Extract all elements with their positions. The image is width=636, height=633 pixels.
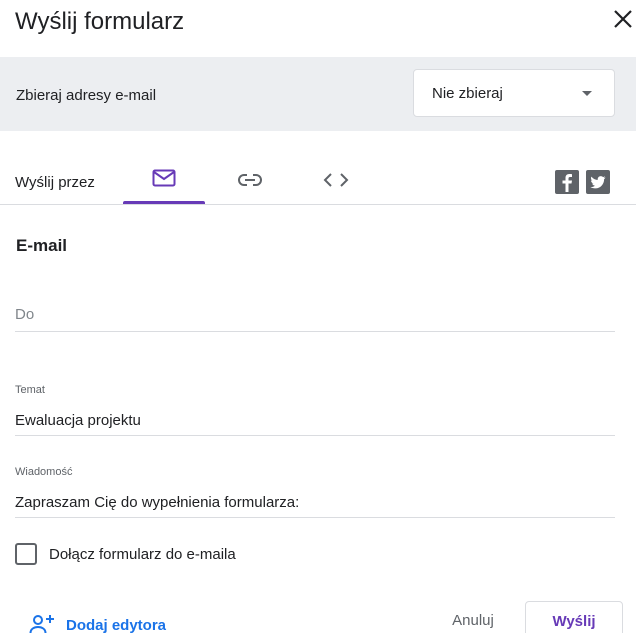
link-icon (238, 174, 262, 186)
subject-field[interactable]: Temat Ewaluacja projektu (15, 378, 615, 436)
field-underline (15, 331, 615, 332)
add-editor-label: Dodaj edytora (66, 617, 167, 633)
mail-icon (152, 169, 176, 187)
collect-emails-bar: Zbieraj adresy e-mail Nie zbieraj (0, 57, 636, 131)
message-field[interactable]: Wiadomość Zapraszam Cię do wypełnienia f… (15, 460, 615, 518)
collect-emails-select[interactable]: Nie zbieraj (413, 69, 615, 117)
twitter-icon (590, 176, 606, 189)
facebook-icon (562, 174, 572, 192)
twitter-share-button[interactable] (586, 170, 610, 194)
send-form-dialog: Wyślij formularz Zbieraj adresy e-mail N… (0, 0, 636, 633)
include-form-option[interactable]: Dołącz formularz do e-maila (15, 543, 315, 567)
to-placeholder: Do (15, 306, 35, 323)
field-underline (15, 517, 615, 518)
code-icon (323, 173, 349, 187)
to-field[interactable]: Do (15, 296, 615, 332)
subject-value: Ewaluacja projektu (15, 412, 141, 429)
message-label: Wiadomość (15, 466, 73, 478)
facebook-share-button[interactable] (555, 170, 579, 194)
message-value: Zapraszam Cię do wypełnienia formularza: (15, 494, 300, 511)
tab-link[interactable] (218, 150, 282, 204)
include-form-label: Dołącz formularz do e-maila (49, 546, 236, 563)
send-via-row: Wyślij przez (0, 150, 636, 205)
active-tab-indicator (123, 201, 205, 204)
add-person-icon (29, 615, 54, 633)
tab-email[interactable] (123, 150, 205, 204)
dropdown-arrow-icon (582, 91, 592, 96)
close-icon (614, 10, 632, 28)
cancel-button[interactable]: Anuluj (440, 603, 506, 633)
collect-emails-label: Zbieraj adresy e-mail (16, 87, 157, 104)
add-editor-button[interactable]: Dodaj edytora (29, 612, 199, 633)
collect-emails-selected-value: Nie zbieraj (432, 85, 503, 102)
tab-embed[interactable] (305, 150, 367, 204)
email-section-title: E-mail (16, 236, 68, 255)
send-button[interactable]: Wyślij (525, 601, 623, 633)
include-form-checkbox[interactable] (15, 543, 37, 565)
send-via-label: Wyślij przez (15, 174, 95, 191)
close-button[interactable] (610, 6, 636, 32)
field-underline (15, 435, 615, 436)
dialog-title: Wyślij formularz (15, 8, 185, 35)
subject-label: Temat (15, 384, 45, 396)
